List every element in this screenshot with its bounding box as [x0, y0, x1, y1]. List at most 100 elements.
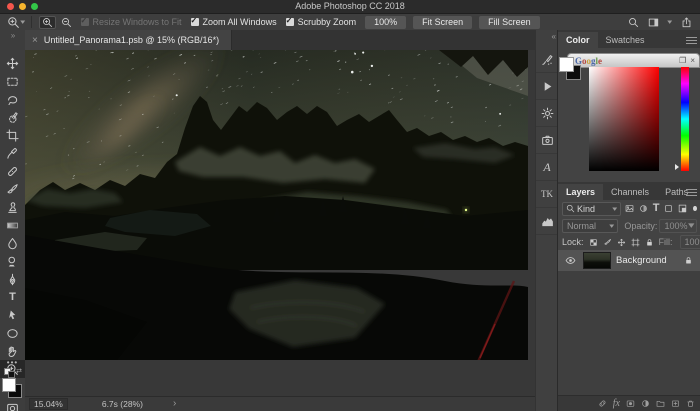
- layer-filter-toggle[interactable]: [693, 206, 697, 211]
- zoom-tool-icon: [7, 16, 20, 29]
- checkbox-scrubby-zoom[interactable]: Scrubby Zoom: [286, 17, 357, 27]
- fit-screen-button[interactable]: Fit Screen: [413, 16, 472, 29]
- layer-style-icon[interactable]: fx: [613, 398, 620, 409]
- new-adjustment-layer-icon[interactable]: [641, 399, 650, 408]
- lock-artboard-icon[interactable]: [631, 238, 640, 247]
- checkbox-zoom-all-windows[interactable]: Zoom All Windows: [191, 17, 277, 27]
- foreground-color-swatch[interactable]: [2, 378, 16, 392]
- zoom-out-button[interactable]: [58, 16, 75, 29]
- actions-panel-button[interactable]: [536, 73, 558, 100]
- marquee-tool[interactable]: [0, 72, 25, 90]
- blend-mode-dropdown[interactable]: Normal ▾: [562, 219, 618, 233]
- quick-selection-tool[interactable]: [0, 108, 25, 126]
- clone-source-panel-button[interactable]: [536, 127, 558, 154]
- healing-brush-tool[interactable]: [0, 162, 25, 180]
- blur-tool[interactable]: [0, 234, 25, 252]
- clone-stamp-tool[interactable]: [0, 198, 25, 216]
- eyedropper-tool[interactable]: [0, 144, 25, 162]
- google-mini-window[interactable]: Google ❐ ×: [568, 54, 699, 67]
- tab-layers[interactable]: Layers: [558, 184, 603, 200]
- brush-settings-panel-button[interactable]: [536, 46, 558, 73]
- healing-brush-tool-icon: [6, 165, 19, 178]
- gradient-tool[interactable]: [0, 216, 25, 234]
- adjustments-panel-button[interactable]: [536, 100, 558, 127]
- status-menu-chevron-icon[interactable]: ›: [173, 399, 176, 409]
- document-tab[interactable]: × Untitled_Panorama1.psb @ 15% (RGB/16*): [25, 30, 232, 50]
- clone-stamp-tool-icon: [6, 201, 19, 214]
- shape-layer-filter-icon[interactable]: [664, 204, 673, 213]
- edit-toolbar-button[interactable]: •••: [0, 358, 25, 367]
- layer-visibility-toggle[interactable]: [562, 255, 578, 266]
- layer-row-background[interactable]: Background: [558, 250, 700, 271]
- tab-channels[interactable]: Channels: [603, 184, 657, 200]
- lasso-tool[interactable]: [0, 90, 25, 108]
- hue-ramp[interactable]: [681, 67, 689, 171]
- zoom-tool-preset[interactable]: ▾: [7, 16, 25, 29]
- shape-tool[interactable]: [0, 324, 25, 342]
- chevron-down-icon: ▾: [689, 220, 695, 231]
- fill-value-dropdown[interactable]: 100% ▾: [680, 235, 700, 249]
- search-icon[interactable]: [628, 17, 639, 28]
- zoom-in-icon: [42, 17, 53, 28]
- layer-filter-kind-dropdown[interactable]: Kind ▾: [562, 202, 621, 216]
- histogram-panel-button[interactable]: [536, 208, 558, 235]
- delete-layer-icon[interactable]: [686, 399, 695, 408]
- tab-color[interactable]: Color: [558, 32, 598, 48]
- saturation-brightness-field[interactable]: [589, 67, 659, 171]
- lock-all-icon[interactable]: [645, 238, 654, 247]
- layers-panel-tabs: LayersChannelsPaths: [558, 182, 700, 200]
- character-panel-button[interactable]: A: [536, 154, 558, 181]
- tab-swatches[interactable]: Swatches: [598, 32, 653, 48]
- google-maximize-icon[interactable]: ❐: [679, 57, 686, 65]
- move-tool[interactable]: [0, 54, 25, 72]
- new-group-icon[interactable]: [656, 399, 665, 408]
- opacity-value-dropdown[interactable]: 100% ▾: [659, 219, 697, 233]
- layer-lock-icon[interactable]: [684, 256, 693, 265]
- default-colors-control[interactable]: ⇄: [0, 367, 25, 378]
- checkbox-label: Zoom All Windows: [203, 17, 277, 27]
- quick-mask-button[interactable]: [0, 402, 25, 411]
- type-layer-filter-icon[interactable]: T: [653, 203, 660, 214]
- tab-close-icon[interactable]: ×: [32, 35, 38, 46]
- dock-collapse-button[interactable]: «: [552, 32, 555, 41]
- canvas-image[interactable]: [25, 50, 528, 360]
- lock-transparency-icon[interactable]: [589, 238, 598, 247]
- checkbox-box[interactable]: [286, 18, 294, 26]
- zoom-100-button[interactable]: 100%: [365, 16, 406, 29]
- lock-position-icon[interactable]: [617, 238, 626, 247]
- workspace-switcher-icon[interactable]: [648, 17, 659, 28]
- color-panel-foreground-swatch[interactable]: [559, 57, 574, 72]
- type-tool[interactable]: T: [0, 288, 25, 306]
- pixel-layer-filter-icon[interactable]: [625, 204, 634, 213]
- color-swatches-control: [0, 378, 25, 402]
- lock-pixels-icon[interactable]: [603, 238, 612, 247]
- layer-thumbnail[interactable]: [583, 252, 611, 269]
- adjustment-layer-filter-icon[interactable]: [639, 204, 648, 213]
- layer-mask-icon[interactable]: [626, 399, 635, 408]
- panel-menu-icon[interactable]: [686, 35, 697, 44]
- layers-empty-area: [558, 271, 700, 395]
- blend-mode-row: Normal ▾ Opacity: 100% ▾: [558, 217, 700, 234]
- smart-object-filter-icon[interactable]: [678, 204, 687, 213]
- checkbox-box[interactable]: [191, 18, 199, 26]
- google-close-icon[interactable]: ×: [690, 57, 695, 65]
- fill-screen-button[interactable]: Fill Screen: [479, 16, 540, 29]
- dodge-tool[interactable]: [0, 252, 25, 270]
- panel-menu-icon[interactable]: [686, 187, 697, 196]
- new-layer-icon[interactable]: [671, 399, 680, 408]
- crop-tool-icon: [6, 129, 19, 142]
- share-icon[interactable]: [681, 17, 692, 28]
- lock-icons: [589, 238, 654, 247]
- checkbox-resize-windows-to-fit: Resize Windows to Fit: [81, 17, 182, 27]
- crop-tool[interactable]: [0, 126, 25, 144]
- hue-slider-arrow-icon[interactable]: [675, 164, 679, 170]
- tk-extension-panel-button[interactable]: TK: [536, 181, 558, 208]
- pen-tool[interactable]: [0, 270, 25, 288]
- swap-colors-icon[interactable]: ⇄: [16, 367, 22, 375]
- status-zoom-field[interactable]: 15.04%: [29, 398, 68, 410]
- path-selection-tool[interactable]: [0, 306, 25, 324]
- zoom-in-button[interactable]: [39, 16, 56, 29]
- brush-tool[interactable]: [0, 180, 25, 198]
- link-layers-icon[interactable]: [598, 399, 607, 408]
- toolbar-expand-button[interactable]: »: [0, 31, 25, 40]
